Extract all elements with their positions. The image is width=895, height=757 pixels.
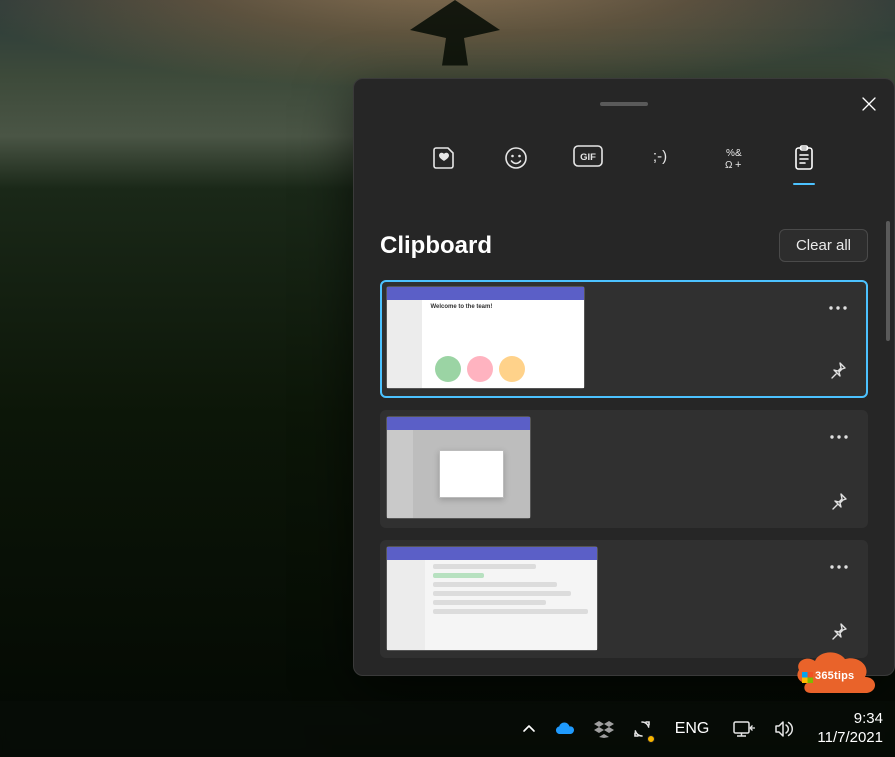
clipboard-thumbnail: Welcome to the team! <box>386 286 585 389</box>
pin-icon <box>830 622 848 640</box>
pin-button[interactable] <box>824 356 852 384</box>
chevron-up-icon <box>522 722 536 736</box>
clipboard-icon <box>792 145 816 171</box>
speaker-icon <box>774 719 796 739</box>
more-icon <box>830 565 848 569</box>
section-title: Clipboard <box>380 232 492 260</box>
system-tray: ENG 9:34 11/7/2021 <box>515 701 895 757</box>
tab-symbols[interactable]: %&Ω+ <box>715 143 749 185</box>
drag-handle[interactable] <box>600 102 648 106</box>
symbols-icon: %&Ω+ <box>719 145 745 171</box>
clipboard-thumbnail <box>386 546 598 651</box>
gif-icon: GIF <box>573 145 603 167</box>
language-label: ENG <box>675 720 710 738</box>
clock-time: 9:34 <box>854 710 883 729</box>
network-icon <box>732 719 756 739</box>
tray-overflow-button[interactable] <box>515 701 543 757</box>
network-tray-icon[interactable] <box>725 701 763 757</box>
onedrive-tray-icon[interactable] <box>547 701 583 757</box>
kaomoji-icon: ;-) <box>645 145 675 167</box>
smiley-icon <box>503 145 529 171</box>
pin-icon <box>830 492 848 510</box>
clipboard-item[interactable]: Welcome to the team! <box>380 280 868 398</box>
close-icon <box>862 97 876 111</box>
input-panel: GIF ;-) %&Ω+ Clipboard Clear all <box>353 78 895 676</box>
clock-date: 11/7/2021 <box>817 729 883 748</box>
dropbox-tray-icon[interactable] <box>587 701 621 757</box>
desktop: GIF ;-) %&Ω+ Clipboard Clear all <box>0 0 895 757</box>
volume-tray-icon[interactable] <box>767 701 803 757</box>
scrollbar[interactable] <box>886 221 890 351</box>
clipboard-thumbnail <box>386 416 531 519</box>
cloud-icon <box>554 721 576 737</box>
more-button[interactable] <box>825 423 853 451</box>
clipboard-items: Welcome to the team! <box>380 280 868 658</box>
clear-all-button[interactable]: Clear all <box>779 229 868 262</box>
clipboard-item[interactable]: Microsoft Teams <box>380 540 868 658</box>
clock[interactable]: 9:34 11/7/2021 <box>807 701 893 757</box>
pin-button[interactable] <box>825 617 853 645</box>
svg-text:GIF: GIF <box>580 152 596 163</box>
more-button[interactable] <box>825 553 853 581</box>
clipboard-section: Clipboard Clear all Welcome to the team! <box>380 229 868 661</box>
tab-gif[interactable]: GIF <box>571 143 605 185</box>
panel-tabs: GIF ;-) %&Ω+ <box>354 143 894 185</box>
more-icon <box>829 306 847 310</box>
close-button[interactable] <box>854 89 884 119</box>
more-button[interactable] <box>824 294 852 322</box>
dropbox-icon <box>594 720 614 738</box>
tab-recent[interactable] <box>427 143 461 185</box>
tab-clipboard[interactable] <box>787 143 821 185</box>
language-indicator[interactable]: ENG <box>663 701 722 757</box>
tab-kaomoji[interactable]: ;-) <box>643 143 677 185</box>
tab-emoji[interactable] <box>499 143 533 185</box>
more-icon <box>830 435 848 439</box>
svg-text:Ω: Ω <box>725 160 733 171</box>
pin-icon <box>829 361 847 379</box>
svg-text:+: + <box>735 159 741 171</box>
taskbar: ENG 9:34 11/7/2021 <box>0 701 895 757</box>
clipboard-item[interactable] <box>380 410 868 528</box>
sync-tray-icon[interactable] <box>625 701 659 757</box>
svg-text:;-): ;-) <box>653 148 667 165</box>
pin-button[interactable] <box>825 487 853 515</box>
svg-text:&: & <box>735 148 742 159</box>
svg-text:%: % <box>726 148 735 159</box>
sticker-heart-icon <box>431 145 457 171</box>
